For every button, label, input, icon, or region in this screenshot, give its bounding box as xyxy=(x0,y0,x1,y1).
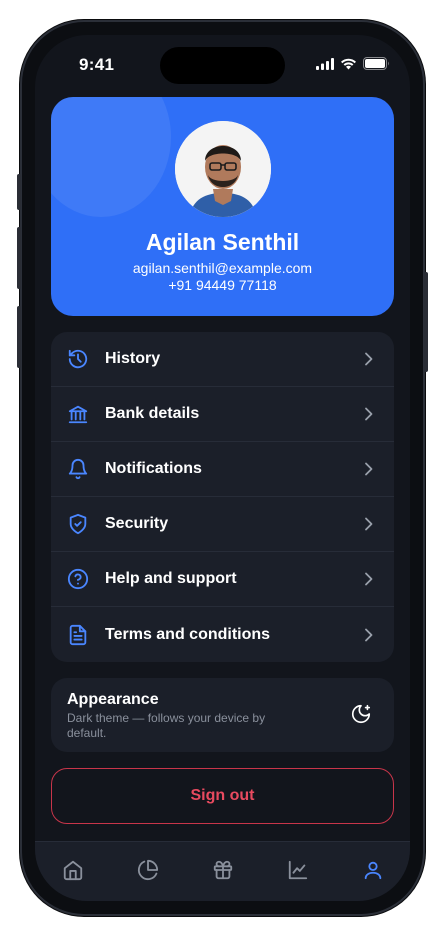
tab-profile[interactable] xyxy=(353,850,393,890)
appearance-title: Appearance xyxy=(67,691,159,708)
status-icons xyxy=(316,57,390,70)
dynamic-island xyxy=(160,47,285,84)
mute-switch xyxy=(17,174,21,210)
menu-item-label: Help and support xyxy=(105,570,237,587)
settings-menu: History Bank details Notifications Secur… xyxy=(51,332,394,662)
tab-bar xyxy=(35,841,410,901)
profile-content: Agilan Senthil agilan.senthil@example.co… xyxy=(51,97,394,824)
tab-home[interactable] xyxy=(53,850,93,890)
tab-rewards[interactable] xyxy=(203,850,243,890)
menu-item-security[interactable]: Security xyxy=(51,497,394,552)
chevron-right-icon xyxy=(365,628,373,641)
menu-item-label: Terms and conditions xyxy=(105,625,271,643)
menu-item-terms-and-conditions[interactable]: Terms and conditions xyxy=(51,607,394,662)
profile-card: Agilan Senthil agilan.senthil@example.co… xyxy=(51,97,394,316)
status-bar: 9:41 xyxy=(35,35,410,91)
bank-icon xyxy=(67,403,89,425)
document-icon xyxy=(67,624,89,646)
profile-email: agilan.senthil@example.com xyxy=(132,260,313,276)
cellular-signal-icon xyxy=(316,57,334,70)
menu-item-bank-details[interactable]: Bank details xyxy=(51,387,394,442)
history-icon xyxy=(67,348,89,370)
tab-trends[interactable] xyxy=(278,850,318,890)
line-chart-icon xyxy=(288,860,307,879)
wifi-icon xyxy=(341,58,356,69)
profile-phone: +91 94449 77118 xyxy=(168,277,277,293)
chevron-right-icon xyxy=(365,572,373,586)
gift-icon xyxy=(213,860,232,879)
bell-icon xyxy=(67,458,89,480)
theme-toggle-button[interactable] xyxy=(350,703,372,730)
menu-item-history[interactable]: History xyxy=(51,332,394,387)
appearance-description: Dark theme — follows your device by defa… xyxy=(67,711,266,740)
volume-down-button xyxy=(17,306,21,368)
pie-chart-icon xyxy=(137,859,158,880)
avatar-photo xyxy=(175,121,271,217)
user-icon xyxy=(364,861,381,879)
menu-item-label: Bank details xyxy=(105,405,200,422)
screen: 9:41 Agilan Senthil agilan.senthil@examp… xyxy=(35,35,410,901)
help-circle-icon xyxy=(67,568,89,590)
chevron-right-icon xyxy=(365,407,373,421)
menu-item-label: History xyxy=(105,350,161,367)
avatar[interactable] xyxy=(175,121,271,217)
chevron-right-icon xyxy=(365,517,373,531)
menu-item-notifications[interactable]: Notifications xyxy=(51,442,394,497)
chevron-right-icon xyxy=(365,462,373,476)
volume-up-button xyxy=(17,227,21,289)
home-icon xyxy=(63,860,82,880)
shield-check-icon xyxy=(67,513,89,535)
battery-icon xyxy=(363,57,389,70)
status-time: 9:41 xyxy=(79,55,115,74)
sign-out-button[interactable]: Sign out xyxy=(51,768,394,824)
menu-item-label: Security xyxy=(105,515,169,532)
power-button xyxy=(424,272,428,372)
moon-sparkle-icon xyxy=(351,704,371,724)
profile-name: Agilan Senthil xyxy=(145,229,300,255)
decorative-circle xyxy=(51,97,171,217)
chevron-right-icon xyxy=(365,352,373,366)
menu-item-help-and-support[interactable]: Help and support xyxy=(51,552,394,607)
tab-analytics[interactable] xyxy=(128,850,168,890)
appearance-card: Appearance Dark theme — follows your dev… xyxy=(51,678,394,752)
menu-item-label: Notifications xyxy=(105,460,202,477)
